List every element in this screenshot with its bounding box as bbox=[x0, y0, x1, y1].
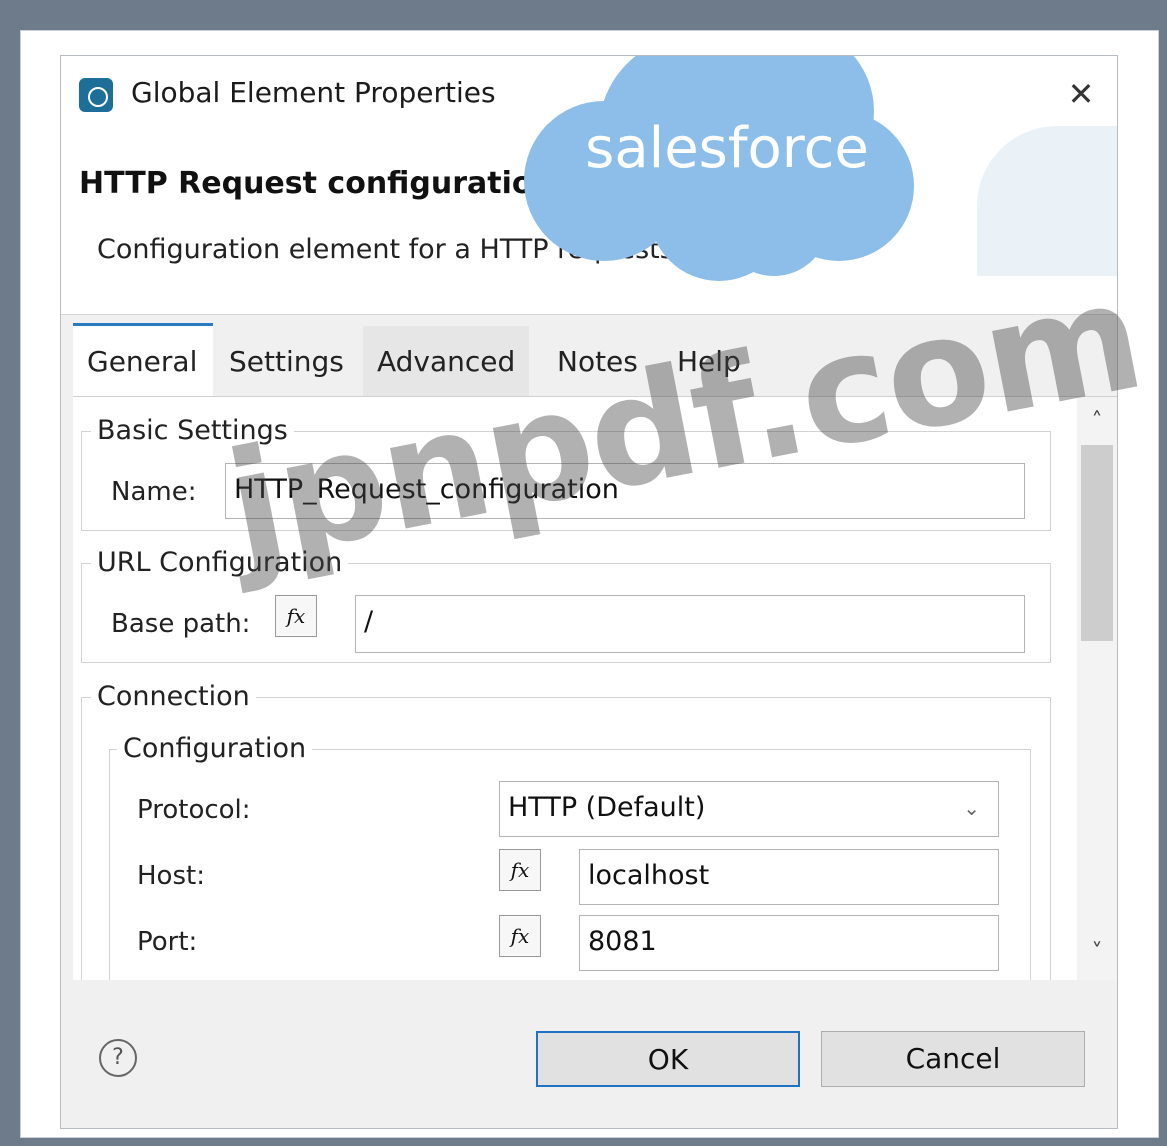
configuration-title: Configuration bbox=[117, 733, 313, 764]
base-path-fx-icon[interactable]: fx bbox=[275, 595, 317, 637]
port-fx-icon[interactable]: fx bbox=[499, 915, 541, 957]
base-path-input[interactable]: / bbox=[355, 595, 1025, 653]
vertical-scrollbar[interactable]: ˄ ˅ bbox=[1077, 397, 1117, 980]
host-label: Host: bbox=[137, 861, 205, 891]
name-label: Name: bbox=[111, 477, 197, 507]
protocol-select[interactable]: HTTP (Default) ⌄ bbox=[499, 781, 999, 837]
chevron-down-icon: ⌄ bbox=[963, 796, 980, 820]
scroll-thumb[interactable] bbox=[1081, 445, 1113, 641]
dialog-header: Global Element Properties ✕ HTTP Request… bbox=[61, 56, 1117, 315]
protocol-select-value: HTTP (Default) bbox=[508, 792, 706, 823]
port-input[interactable]: 8081 bbox=[579, 915, 999, 971]
tab-general[interactable]: General bbox=[73, 323, 213, 396]
protocol-label: Protocol: bbox=[137, 795, 251, 825]
close-icon[interactable]: ✕ bbox=[1065, 78, 1097, 110]
port-label: Port: bbox=[137, 927, 198, 957]
dialog-subtitle: HTTP Request configuration bbox=[79, 166, 554, 201]
host-input[interactable]: localhost bbox=[579, 849, 999, 905]
help-icon[interactable]: ? bbox=[99, 1039, 137, 1077]
ok-button[interactable]: OK bbox=[536, 1031, 800, 1087]
salesforce-logo: salesforce bbox=[519, 56, 914, 281]
base-path-label: Base path: bbox=[111, 609, 251, 639]
connection-title: Connection bbox=[91, 681, 256, 712]
salesforce-logo-text: salesforce bbox=[585, 116, 869, 181]
host-fx-icon[interactable]: fx bbox=[499, 849, 541, 891]
cancel-button[interactable]: Cancel bbox=[821, 1031, 1085, 1087]
global-element-properties-dialog: Global Element Properties ✕ HTTP Request… bbox=[60, 55, 1118, 1129]
dialog-title: Global Element Properties bbox=[131, 76, 496, 109]
app-icon bbox=[79, 78, 113, 112]
scroll-down-icon[interactable]: ˅ bbox=[1077, 934, 1117, 972]
tab-settings[interactable]: Settings bbox=[215, 326, 358, 396]
dialog-footer: ? OK Cancel bbox=[61, 981, 1117, 1128]
